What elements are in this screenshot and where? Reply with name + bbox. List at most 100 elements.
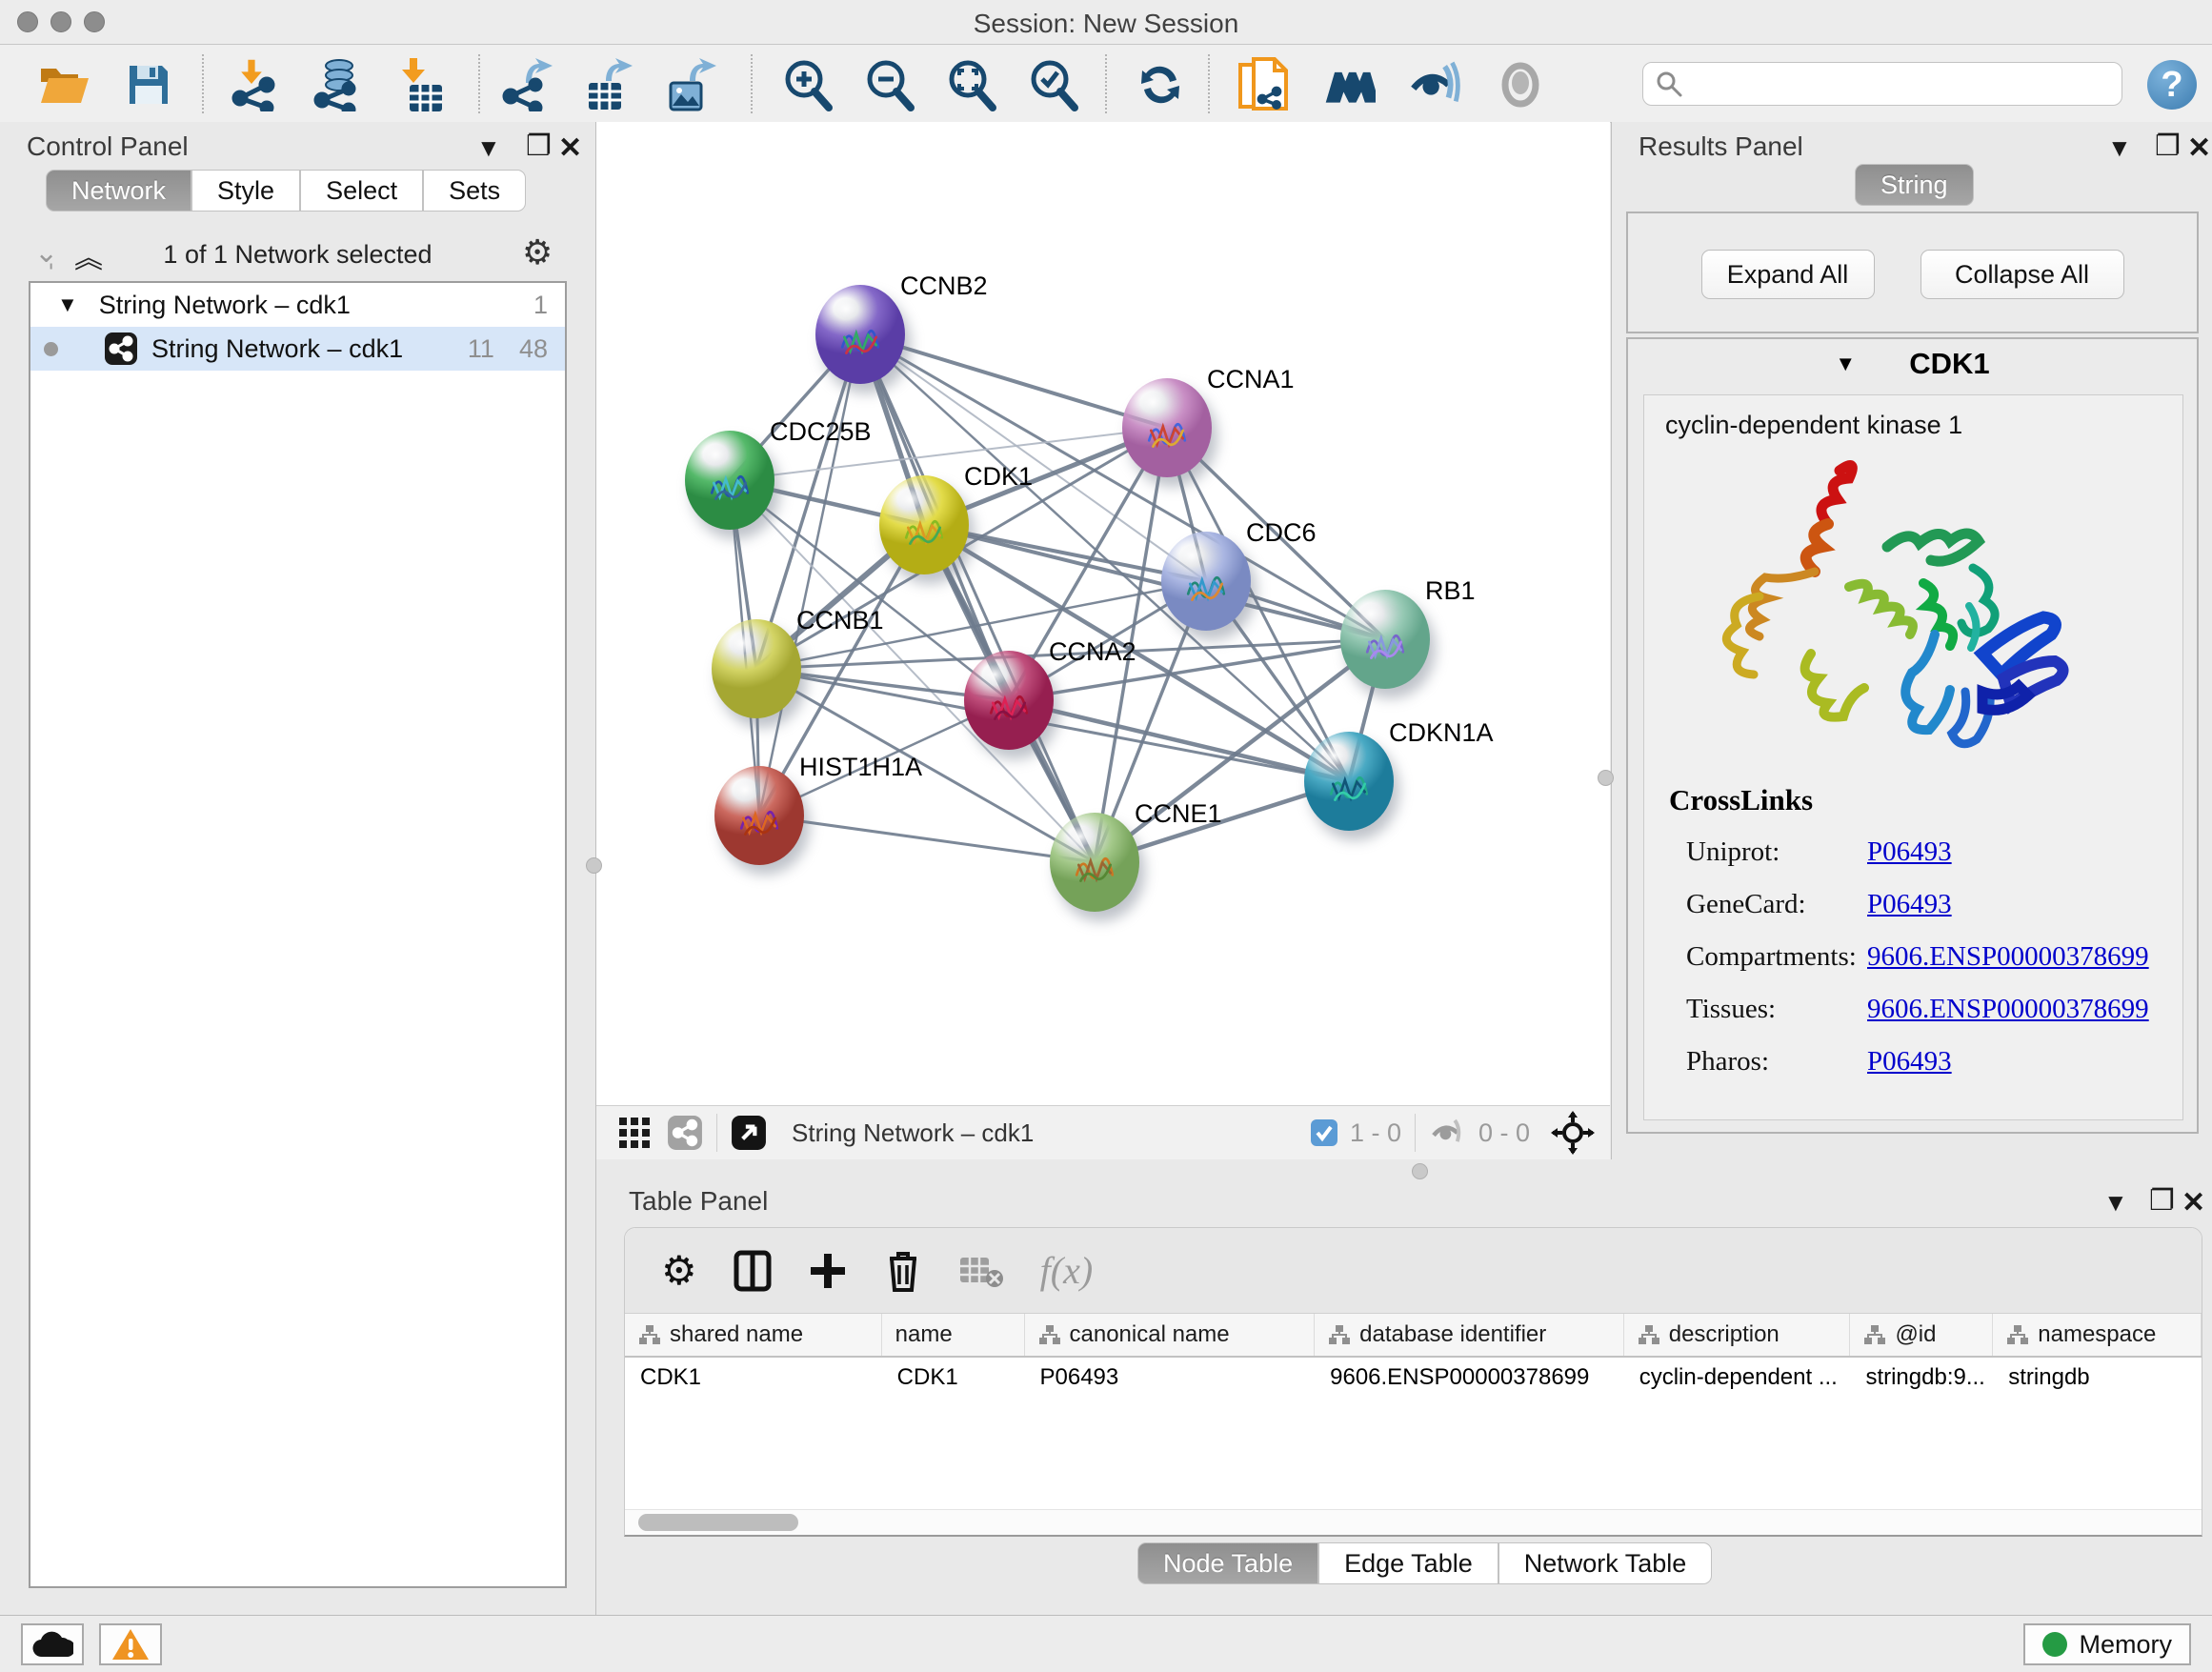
zoom-fit-button[interactable]: [945, 58, 998, 111]
tab-node-table[interactable]: Node Table: [1137, 1542, 1318, 1584]
table-panel-close-icon[interactable]: ✕: [2182, 1186, 2205, 1219]
tree-expand-arrow[interactable]: ▼: [57, 292, 78, 317]
edge-CCNB2-CCNE1[interactable]: [860, 334, 1095, 862]
entry-header[interactable]: ▼ CDK1: [1628, 339, 2197, 389]
graph-node-CDK1[interactable]: [879, 475, 969, 574]
help-button[interactable]: ?: [2145, 58, 2199, 111]
graph-node-CCNA2[interactable]: [964, 651, 1054, 750]
edge-CCNB2-CCNA1[interactable]: [860, 334, 1167, 428]
network-overview-button[interactable]: [1322, 58, 1376, 111]
results-panel-maximize-icon[interactable]: ❐: [2155, 130, 2181, 163]
network-canvas[interactable]: CCNB2CCNA1CDC25BCDK1CDC6RB1CCNB1CCNA2CDK…: [596, 122, 1610, 1105]
selected-checkbox-icon[interactable]: [1310, 1118, 1338, 1147]
graph-node-CDC6[interactable]: [1161, 532, 1251, 631]
search-input[interactable]: [1683, 64, 2122, 104]
horizontal-splitter-handle[interactable]: [1412, 1163, 1428, 1179]
column-header-sharedname[interactable]: shared name: [625, 1314, 882, 1356]
cell-sharedname[interactable]: CDK1: [625, 1358, 882, 1398]
right-splitter-handle[interactable]: [1598, 770, 1614, 786]
network-row-selected[interactable]: String Network – cdk1 11 48: [30, 327, 565, 371]
add-column-icon[interactable]: [808, 1251, 848, 1291]
cloud-status-button[interactable]: [21, 1623, 84, 1665]
crosslink-link[interactable]: 9606.ENSP00000378699: [1867, 994, 2149, 1025]
import-table-file-button[interactable]: [394, 58, 448, 111]
tab-network-table[interactable]: Network Table: [1498, 1542, 1713, 1584]
zoom-selected-button[interactable]: [1027, 58, 1080, 111]
table-horizontal-scrollbar[interactable]: [625, 1509, 2202, 1535]
crosslink-link[interactable]: 9606.ENSP00000378699: [1867, 941, 2149, 973]
cell-namespace[interactable]: stringdb: [1993, 1358, 2202, 1398]
graph-node-CCNB1[interactable]: [712, 619, 801, 718]
edge-HIST1H1A-CCNE1[interactable]: [759, 816, 1095, 862]
cell-id[interactable]: stringdb:9...: [1850, 1358, 1993, 1398]
graph-node-CCNE1[interactable]: [1050, 813, 1139, 912]
tab-edge-table[interactable]: Edge Table: [1318, 1542, 1498, 1584]
table-panel-maximize-icon[interactable]: ❐: [2149, 1184, 2175, 1218]
table-settings-gear-icon[interactable]: ⚙: [661, 1247, 697, 1294]
tab-sets[interactable]: Sets: [423, 170, 526, 212]
cell-description[interactable]: cyclin-dependent ...: [1624, 1358, 1851, 1398]
crosslink-link[interactable]: P06493: [1867, 1046, 1952, 1078]
crosslink-link[interactable]: P06493: [1867, 889, 1952, 920]
column-header-canonicalname[interactable]: canonical name: [1025, 1314, 1316, 1356]
graph-node-CCNA1[interactable]: [1122, 378, 1212, 477]
tab-network[interactable]: Network: [46, 170, 191, 212]
graph-node-CCNB2[interactable]: [815, 285, 905, 384]
export-table-button[interactable]: [581, 58, 634, 111]
show-columns-icon[interactable]: [734, 1250, 772, 1292]
import-network-file-button[interactable]: [229, 58, 282, 111]
crosslink-link[interactable]: P06493: [1867, 836, 1952, 868]
control-panel-float-icon[interactable]: ▼: [476, 133, 501, 163]
annotation-mode-button[interactable]: [1237, 58, 1290, 111]
entry-collapse-arrow[interactable]: ▼: [1835, 352, 1856, 376]
import-network-database-button[interactable]: [311, 58, 364, 111]
collapse-all-button[interactable]: Collapse All: [1920, 250, 2124, 299]
tab-select[interactable]: Select: [300, 170, 423, 212]
memory-button[interactable]: Memory: [2023, 1623, 2191, 1665]
center-view-icon[interactable]: [1551, 1111, 1595, 1155]
table-row[interactable]: CDK1CDK1P064939606.ENSP00000378699cyclin…: [625, 1358, 2202, 1398]
graph-node-CDKN1A[interactable]: [1304, 732, 1394, 831]
results-panel-float-icon[interactable]: ▼: [2107, 133, 2132, 163]
network-collection-row[interactable]: ▼ String Network – cdk1 1: [30, 283, 565, 327]
zoom-out-button[interactable]: [863, 58, 916, 111]
tab-string[interactable]: String: [1855, 164, 1974, 206]
export-image-button[interactable]: [663, 58, 716, 111]
graph-node-RB1[interactable]: [1340, 590, 1430, 689]
graph-node-HIST1H1A[interactable]: [714, 766, 804, 865]
zoom-in-button[interactable]: [781, 58, 835, 111]
open-session-button[interactable]: [38, 58, 91, 111]
node-label-CCNA2: CCNA2: [1049, 637, 1136, 667]
control-panel-maximize-icon[interactable]: ❐: [526, 130, 552, 163]
scrollbar-thumb[interactable]: [638, 1514, 798, 1531]
graph-node-CDC25B[interactable]: [685, 431, 774, 530]
column-header-name[interactable]: name: [882, 1314, 1025, 1356]
network-label: String Network – cdk1: [151, 334, 403, 364]
cell-databaseidentifier[interactable]: 9606.ENSP00000378699: [1315, 1358, 1624, 1398]
export-network-button[interactable]: [499, 58, 553, 111]
footer-separator: [716, 1114, 717, 1152]
tab-style[interactable]: Style: [191, 170, 300, 212]
edge-CCNB2-HIST1H1A[interactable]: [759, 334, 860, 816]
control-panel-close-icon[interactable]: ✕: [558, 131, 582, 165]
hide-selected-button[interactable]: [1408, 58, 1461, 111]
column-header-namespace[interactable]: namespace: [1993, 1314, 2202, 1356]
show-hidden-button-disabled[interactable]: [1494, 58, 1547, 111]
table-panel-float-icon[interactable]: ▼: [2103, 1188, 2128, 1218]
warnings-button[interactable]: [99, 1623, 162, 1665]
cell-name[interactable]: CDK1: [882, 1358, 1025, 1398]
column-header-id[interactable]: @id: [1850, 1314, 1993, 1356]
delete-column-icon[interactable]: [884, 1249, 922, 1293]
refresh-view-button[interactable]: [1134, 58, 1187, 111]
expand-all-button[interactable]: Expand All: [1701, 250, 1875, 299]
network-share-view-icon[interactable]: [667, 1115, 703, 1151]
column-header-databaseidentifier[interactable]: database identifier: [1315, 1314, 1624, 1356]
network-options-gear-icon[interactable]: ⚙: [522, 232, 553, 272]
save-session-button[interactable]: [122, 58, 175, 111]
left-splitter-handle[interactable]: [586, 857, 602, 874]
column-header-description[interactable]: description: [1624, 1314, 1851, 1356]
grid-view-icon[interactable]: [617, 1116, 652, 1150]
results-panel-close-icon[interactable]: ✕: [2187, 131, 2211, 165]
birdseye-view-icon[interactable]: [731, 1115, 767, 1151]
cell-canonicalname[interactable]: P06493: [1025, 1358, 1316, 1398]
